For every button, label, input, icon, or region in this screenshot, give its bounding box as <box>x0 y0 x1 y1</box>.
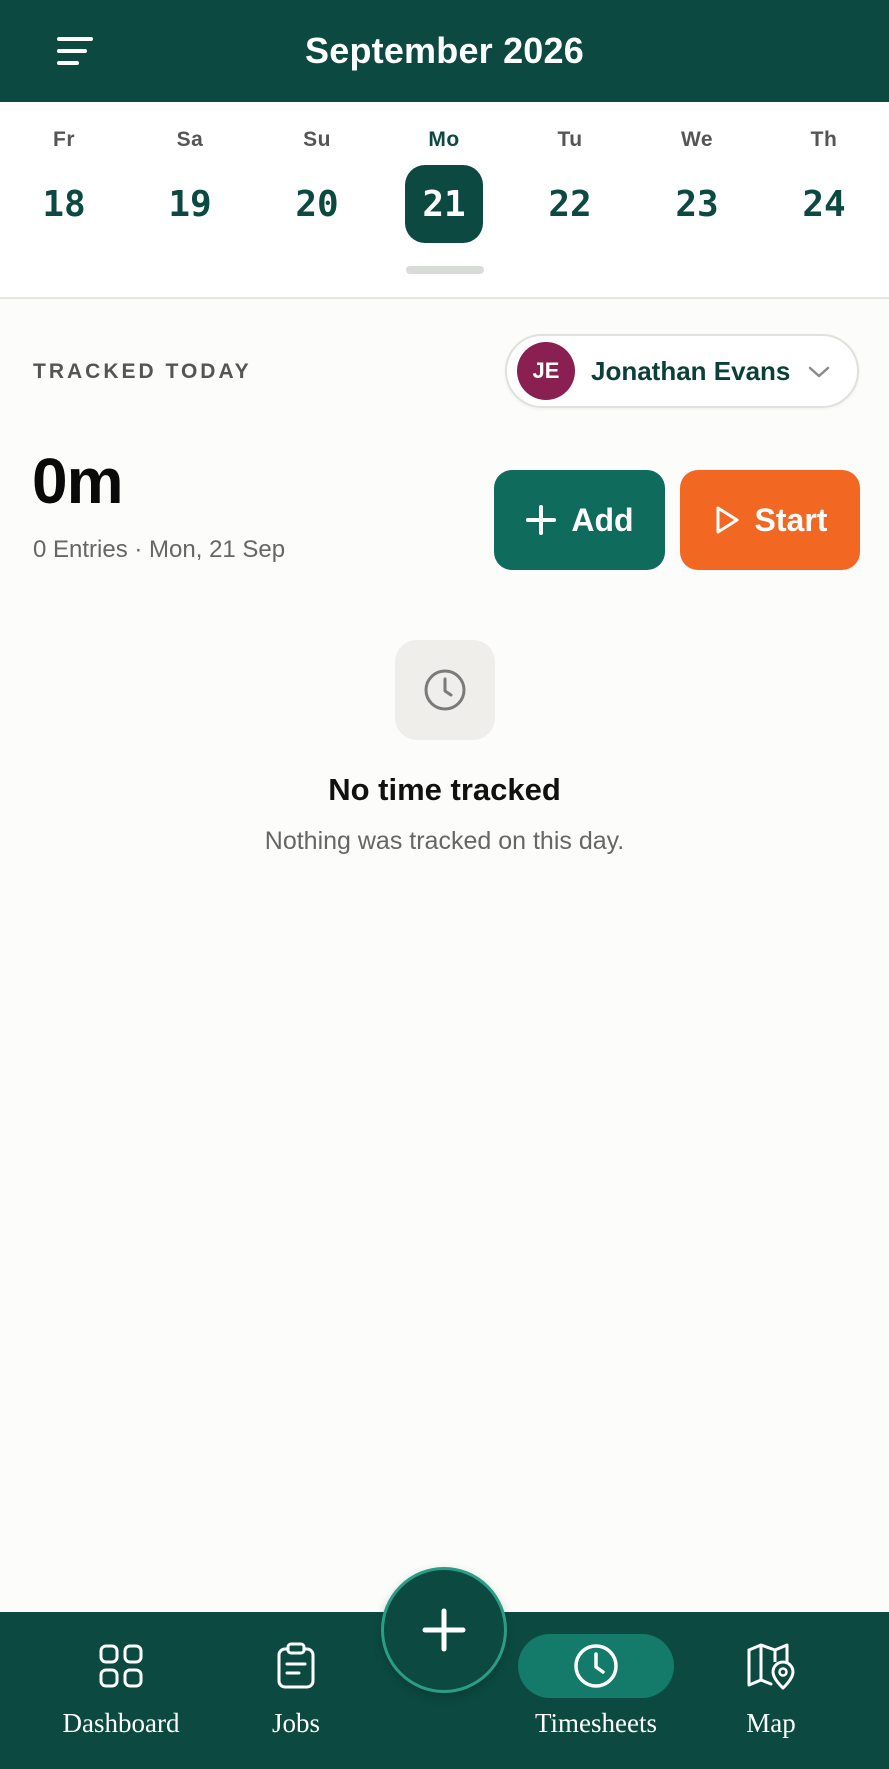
user-name: Jonathan Evans <box>591 355 791 386</box>
nav-label: Map <box>746 1708 796 1738</box>
add-label: Add <box>571 501 634 538</box>
day-name: Fr <box>53 128 75 151</box>
nav-timesheets[interactable]: Timesheets <box>511 1612 681 1769</box>
day-we[interactable]: We 23 <box>647 102 747 262</box>
day-fr[interactable]: Fr 18 <box>14 102 114 262</box>
nav-jobs[interactable]: Jobs <box>211 1612 381 1769</box>
empty-state-title: No time tracked <box>328 772 561 807</box>
day-name: Mo <box>428 128 460 151</box>
nav-dashboard[interactable]: Dashboard <box>36 1612 206 1769</box>
section-label: TRACKED TODAY <box>33 360 252 383</box>
day-name: Th <box>810 128 838 151</box>
plus-icon <box>422 1608 466 1652</box>
day-name: We <box>680 128 714 151</box>
clock-icon <box>574 1644 618 1688</box>
play-icon <box>716 506 739 534</box>
day-number: 22 <box>548 183 592 225</box>
clock-icon <box>424 669 466 711</box>
grid-icon <box>99 1644 143 1688</box>
day-number: 24 <box>802 183 846 225</box>
tracked-total: 0m <box>32 445 123 517</box>
nav-label: Dashboard <box>62 1708 180 1738</box>
menu-icon <box>57 37 93 65</box>
page-title: September 2026 <box>305 30 584 71</box>
nav-label: Timesheets <box>534 1708 657 1738</box>
day-name: Sa <box>176 128 204 151</box>
menu-button[interactable] <box>50 26 100 76</box>
clipboard-icon <box>277 1642 315 1689</box>
day-sa[interactable]: Sa 19 <box>140 102 240 262</box>
selected-day-indicator <box>406 266 484 274</box>
day-number: 23 <box>675 183 719 225</box>
nav-label: Jobs <box>271 1708 320 1738</box>
day-name: Tu <box>557 128 583 151</box>
start-button[interactable]: Start <box>680 470 860 570</box>
chevron-down-icon <box>808 366 830 378</box>
day-number: 18 <box>42 183 86 225</box>
day-number: 20 <box>295 183 339 225</box>
week-strip: Fr 18 Sa 19 Su 20 Mo 21 Tu 22 We 23 Th 2… <box>0 102 889 299</box>
add-button[interactable]: Add <box>494 470 665 570</box>
entries-summary: 0 Entries · Mon, 21 Sep <box>33 536 286 563</box>
empty-state-icon <box>395 640 495 740</box>
user-select[interactable]: JE Jonathan Evans <box>505 334 859 408</box>
day-number: 21 <box>422 183 466 225</box>
plus-icon <box>526 505 557 535</box>
map-pin-icon <box>747 1643 795 1690</box>
day-name: Su <box>303 128 331 151</box>
day-mo[interactable]: Mo 21 <box>394 102 494 262</box>
day-th[interactable]: Th 24 <box>774 102 874 262</box>
day-tu[interactable]: Tu 22 <box>520 102 620 262</box>
day-su[interactable]: Su 20 <box>267 102 367 262</box>
empty-state-subtitle: Nothing was tracked on this day. <box>264 827 625 855</box>
avatar: JE <box>517 342 575 400</box>
quick-add-fab[interactable] <box>381 1567 507 1693</box>
app-header: September 2026 <box>0 0 889 102</box>
day-number: 19 <box>168 183 212 225</box>
nav-map[interactable]: Map <box>686 1612 856 1769</box>
start-label: Start <box>754 501 828 538</box>
